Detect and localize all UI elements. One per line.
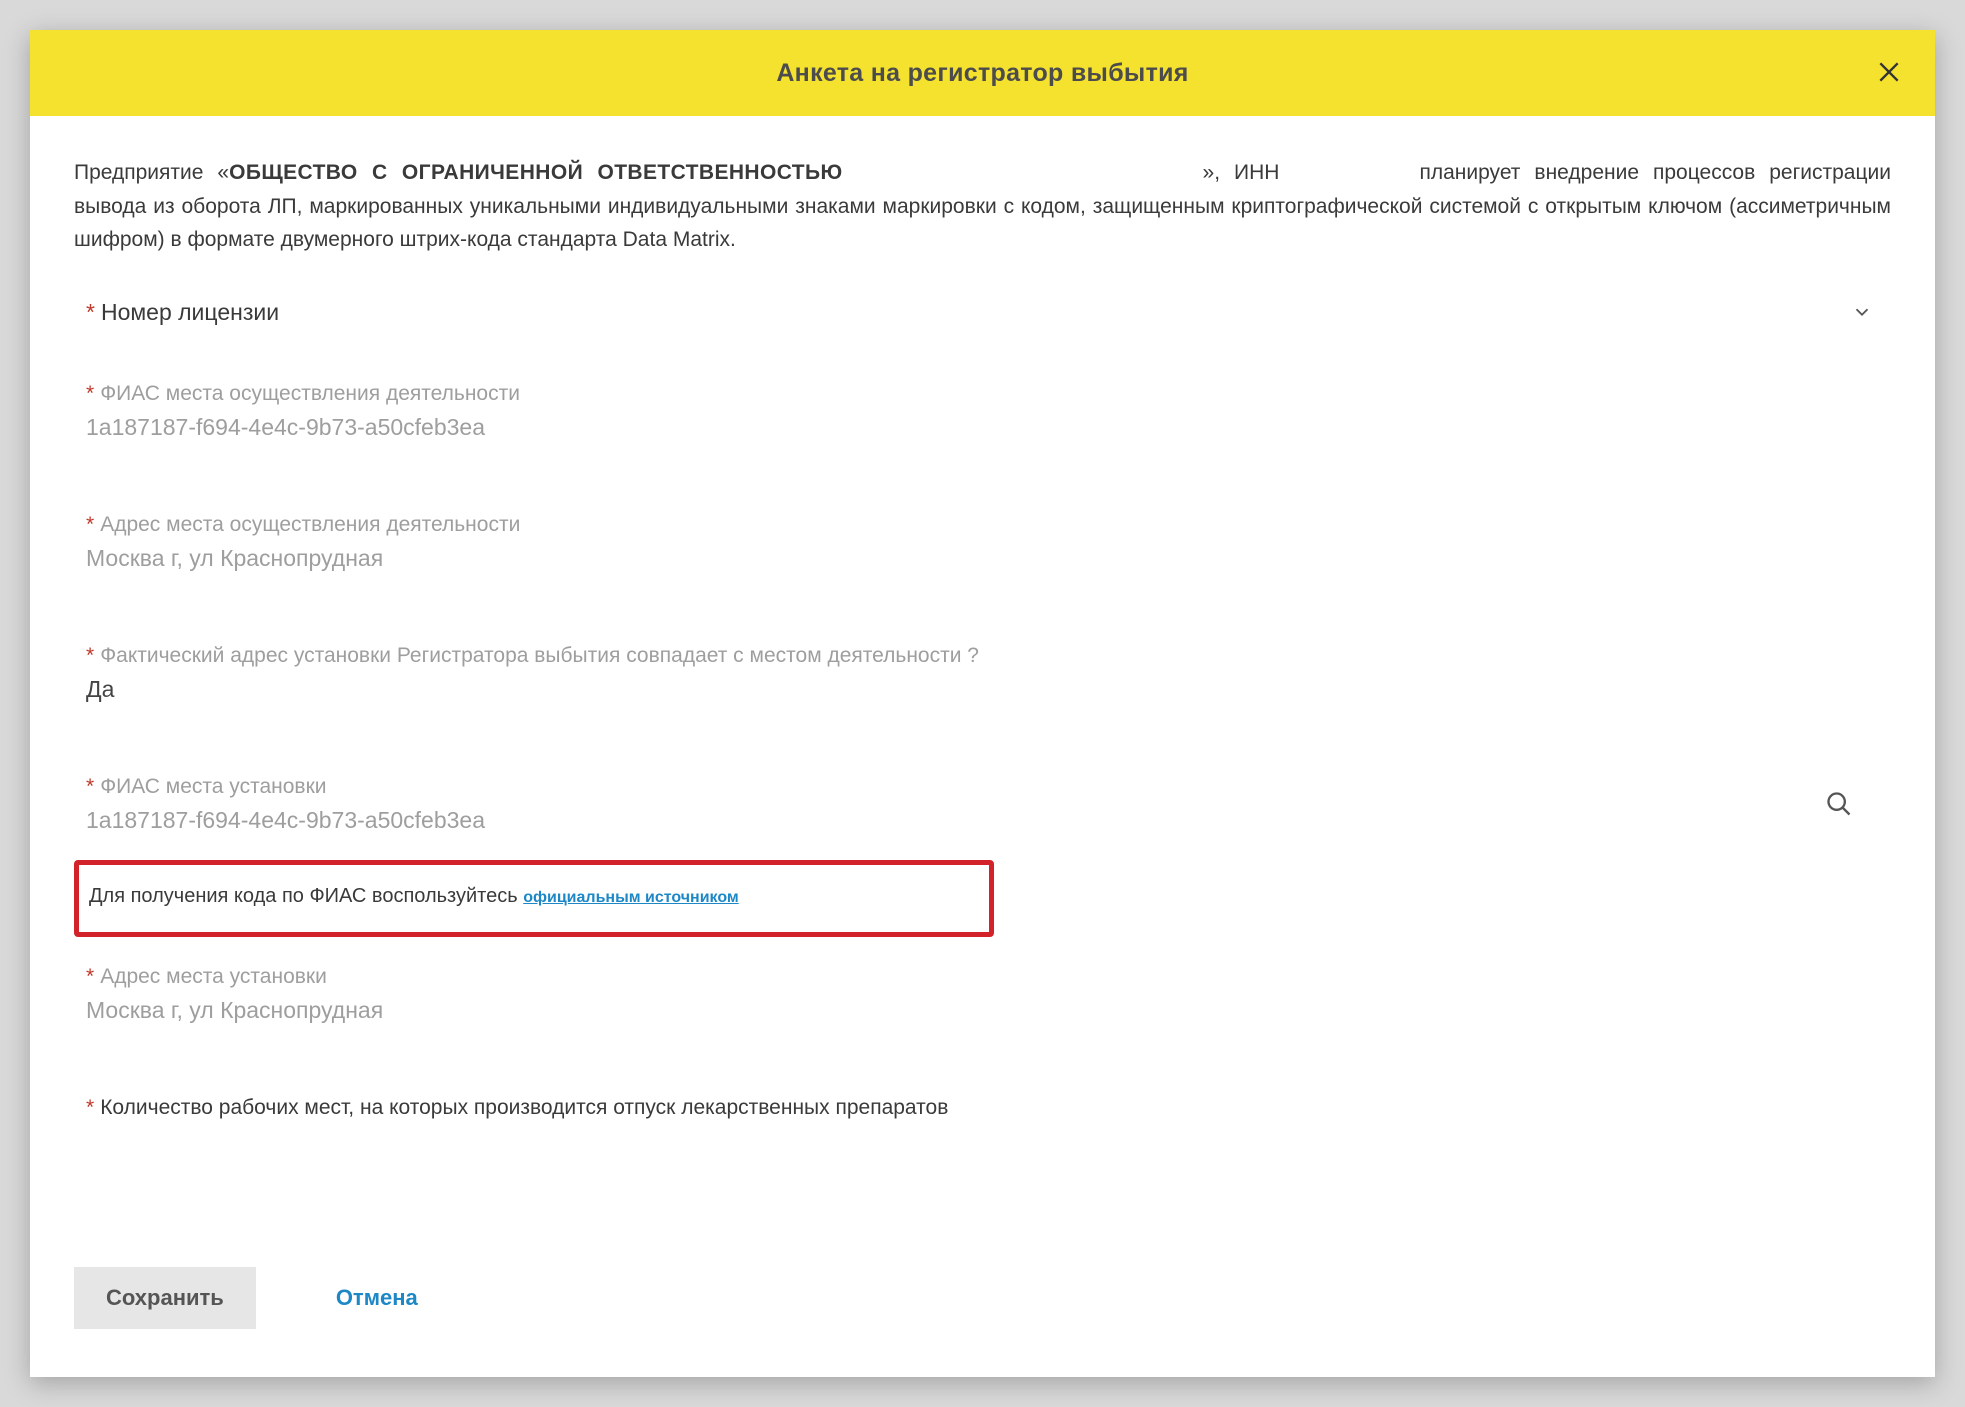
save-button[interactable]: Сохранить — [74, 1267, 256, 1329]
fias-install-field[interactable]: * ФИАС места установки 1a187187-f694-4e4c… — [86, 775, 1879, 834]
close-icon — [1876, 59, 1902, 88]
workplaces-field[interactable]: * Количество рабочих мест, на которых про… — [86, 1096, 1879, 1120]
workplaces-label: Количество рабочих мест, на которых прои… — [100, 1096, 948, 1119]
address-install-field: * Адрес места установки Москва г, ул Крас… — [86, 965, 1879, 1024]
modal-body: Предприятие «ОБЩЕСТВО С ОГРАНИЧЕННОЙ ОТВ… — [30, 116, 1935, 1233]
fias-hint-highlight: Для получения кода по ФИАС воспользуйтес… — [74, 860, 994, 937]
modal-footer: Сохранить Отмена — [30, 1233, 1935, 1377]
fias-install-value: 1a187187-f694-4e4c-9b73-a50cfeb3ea — [86, 807, 1879, 834]
modal-dialog: Анкета на регистратор выбытия Предприяти… — [30, 30, 1935, 1377]
fias-activity-value: 1a187187-f694-4e4c-9b73-a50cfeb3ea — [86, 414, 1879, 441]
address-activity-label: Адрес места осуществления деятельности — [100, 513, 520, 536]
form-scroll-area: *Номер лицензии *ФИАС места осуществлени… — [74, 289, 1891, 1209]
address-match-value: Да — [86, 676, 1879, 703]
required-asterisk: * — [86, 775, 94, 798]
address-activity-value: Москва г, ул Краснопрудная — [86, 545, 1879, 572]
modal-header: Анкета на регистратор выбытия — [30, 30, 1935, 116]
intro-suffix-1: », ИНН — [1203, 161, 1280, 184]
search-icon[interactable] — [1825, 790, 1853, 818]
intro-paragraph: Предприятие «ОБЩЕСТВО С ОГРАНИЧЕННОЙ ОТВ… — [74, 156, 1891, 257]
required-asterisk: * — [86, 965, 94, 988]
fias-install-label: ФИАС места установки — [100, 775, 326, 798]
address-install-value: Москва г, ул Краснопрудная — [86, 997, 1879, 1024]
close-button[interactable] — [1871, 55, 1907, 91]
required-asterisk: * — [86, 513, 94, 536]
required-asterisk: * — [86, 1096, 94, 1119]
required-asterisk: * — [86, 299, 95, 325]
fias-activity-field: * ФИАС места осуществления деятельности 1… — [86, 382, 1879, 441]
address-activity-field: *Адрес места осуществления деятельности … — [86, 513, 1879, 572]
license-label: Номер лицензии — [101, 299, 279, 325]
intro-company: ОБЩЕСТВО С ОГРАНИЧЕННОЙ ОТВЕТСТВЕННОСТЬЮ — [229, 161, 842, 184]
fias-source-link[interactable]: официальным источником — [523, 889, 739, 906]
fias-activity-label: ФИАС места осуществления деятельности — [100, 382, 520, 405]
license-dropdown[interactable]: *Номер лицензии — [74, 289, 1891, 382]
fias-hint-text: Для получения кода по ФИАС воспользуйтес… — [89, 885, 523, 907]
chevron-down-icon — [1851, 301, 1873, 323]
address-install-label: Адрес места установки — [100, 965, 327, 988]
required-asterisk: * — [86, 382, 94, 405]
cancel-button[interactable]: Отмена — [304, 1267, 450, 1329]
modal-title: Анкета на регистратор выбытия — [776, 59, 1188, 88]
intro-prefix: Предприятие « — [74, 161, 229, 184]
required-asterisk: * — [86, 644, 94, 667]
address-match-field: * Фактический адрес установки Регистратор… — [86, 644, 1879, 703]
address-match-label: Фактический адрес установки Регистратора… — [100, 644, 979, 667]
